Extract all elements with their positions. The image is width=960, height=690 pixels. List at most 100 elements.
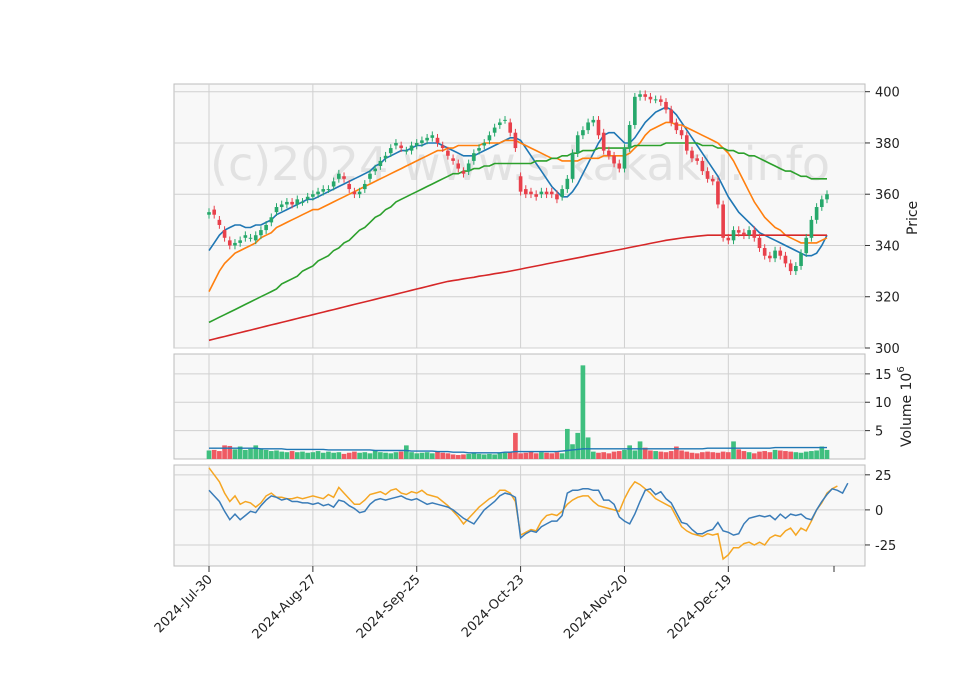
volume-bar (762, 451, 768, 459)
candle-body (373, 168, 378, 172)
oscillator-tick-label: -25 (875, 539, 896, 554)
candle-body (825, 194, 829, 200)
volume-bar (580, 365, 586, 459)
volume-bar (445, 453, 451, 459)
oscillator-tick-label: 0 (875, 504, 883, 519)
volume-bar (388, 453, 394, 459)
candle-body (819, 199, 824, 208)
volume-bar (211, 449, 217, 459)
x-tick-label: 2024-Sep-25 (354, 572, 424, 642)
candle-body (560, 189, 564, 197)
candle-body (477, 148, 481, 151)
candle-body (783, 255, 788, 264)
candle-body (612, 155, 616, 164)
candle-body (638, 94, 642, 97)
candle-body (768, 255, 772, 259)
candle-body (643, 94, 648, 97)
price-panel-bg (173, 83, 866, 349)
candle-body (622, 148, 627, 169)
volume-bar (601, 452, 607, 459)
candle-body (425, 137, 429, 141)
volume-bar (217, 451, 222, 459)
candle-body (752, 230, 757, 238)
volume-bar (206, 450, 212, 459)
volume-bar (398, 451, 404, 459)
candle-body (726, 237, 731, 241)
candle-body (472, 153, 476, 161)
candle-body (804, 237, 809, 254)
volume-bar (315, 451, 321, 459)
candle-body (414, 142, 419, 146)
volume-bar (336, 452, 342, 459)
volume-bar (679, 450, 684, 459)
volume-bar (824, 449, 830, 459)
volume-bar (513, 432, 518, 459)
volume-bar (783, 451, 788, 459)
volume-bar (622, 449, 627, 459)
volume-bar (424, 452, 430, 459)
volume-bar (481, 454, 487, 459)
candle-body (513, 132, 518, 149)
volume-bar (554, 452, 560, 459)
volume-bar (710, 452, 716, 459)
volume-bar (435, 451, 440, 459)
candle-body (549, 191, 554, 195)
candle-body (290, 201, 294, 205)
candle-body (674, 122, 679, 131)
candle-body (534, 194, 538, 197)
volume-bar (700, 452, 705, 459)
candle-body (648, 96, 653, 100)
candle-body (233, 242, 237, 246)
candle-body (243, 235, 248, 238)
volume-bar (466, 453, 472, 459)
volume-bar (819, 446, 825, 459)
candle-body (388, 148, 393, 154)
volume-bar (720, 451, 726, 459)
candle-body (544, 191, 549, 195)
volume-bar (243, 449, 248, 459)
candle-body (212, 209, 217, 215)
volume-bar (419, 452, 425, 459)
candle-body (274, 207, 279, 213)
candle-body (762, 248, 767, 256)
volume-bar (404, 445, 409, 459)
volume-bar (523, 452, 529, 459)
candle-body (814, 207, 819, 220)
volume-bar (310, 452, 316, 459)
volume-bar (814, 450, 819, 459)
volume-bar (450, 454, 456, 459)
candle-body (316, 191, 320, 195)
volume-bar (393, 452, 399, 459)
volume-bar (383, 452, 388, 459)
volume-bar (549, 453, 555, 459)
volume-bar (440, 452, 446, 459)
volume-bar (507, 452, 513, 459)
volume-panel-bg (173, 353, 866, 460)
volume-bar (684, 451, 690, 459)
volume-bar (725, 452, 731, 459)
candle-body (305, 196, 310, 200)
volume-bar (487, 453, 492, 459)
volume-bar (476, 453, 482, 459)
volume-bar (300, 451, 305, 459)
candle-body (581, 130, 585, 136)
x-tick-label: 2024-Jul-30 (152, 572, 216, 636)
volume-tick-label: 10 (875, 396, 892, 411)
volume-bar (279, 451, 285, 459)
volume-bar (305, 452, 311, 459)
volume-bar (559, 453, 565, 459)
candle-body (217, 219, 222, 225)
candle-body (633, 96, 637, 126)
volume-bar (658, 451, 664, 459)
candle-body (529, 191, 533, 195)
candle-body (352, 191, 357, 195)
candle-body (451, 158, 455, 161)
candle-body (700, 160, 705, 172)
candle-body (679, 130, 684, 136)
candle-body (461, 171, 466, 174)
candle-body (617, 163, 622, 169)
candle-body (342, 176, 346, 179)
volume-bar (497, 453, 503, 459)
candle-body (321, 189, 326, 192)
volume-bar (274, 450, 279, 459)
